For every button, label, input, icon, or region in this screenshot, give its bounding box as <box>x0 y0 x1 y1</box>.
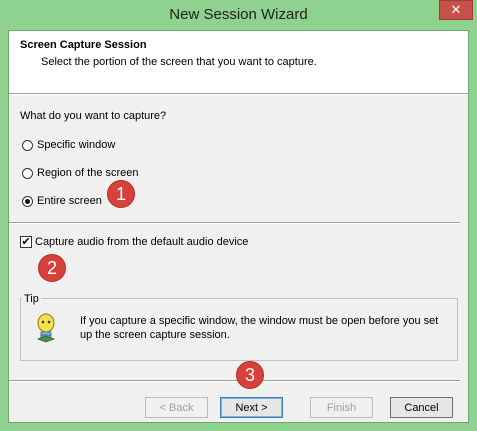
tip-label: Tip <box>22 293 41 305</box>
header-subtitle: Select the portion of the screen that yo… <box>41 56 317 68</box>
radio-region-of-screen[interactable]: Region of the screen <box>22 167 139 179</box>
tip-text: If you capture a specific window, the wi… <box>80 315 439 341</box>
close-button[interactable]: ✕ <box>439 0 473 20</box>
radio-label: Region of the screen <box>37 167 139 179</box>
next-button[interactable]: Next > <box>220 397 283 418</box>
close-icon: ✕ <box>450 2 462 17</box>
finish-button[interactable]: Finish <box>310 397 373 418</box>
cancel-button[interactable]: Cancel <box>390 397 453 418</box>
back-button[interactable]: < Back <box>145 397 208 418</box>
radio-entire-screen[interactable]: Entire screen <box>22 195 102 207</box>
wizard-header: Screen Capture Session Select the portio… <box>9 31 468 93</box>
capture-audio-label: Capture audio from the default audio dev… <box>35 236 249 248</box>
checkmark-icon: ✔ <box>21 236 31 248</box>
options-divider <box>9 222 460 224</box>
header-divider <box>9 93 468 95</box>
title-bar: New Session Wizard ✕ <box>0 0 477 30</box>
radio-label: Specific window <box>37 139 116 151</box>
radio-button[interactable] <box>22 167 33 179</box>
step-badge-2: 2 <box>38 254 66 282</box>
capture-audio-option[interactable]: ✔ Capture audio from the default audio d… <box>20 236 248 248</box>
capture-audio-checkbox[interactable]: ✔ <box>20 236 32 248</box>
step-badge-3: 3 <box>236 361 264 389</box>
radio-label: Entire screen <box>37 195 102 207</box>
window-title: New Session Wizard <box>169 6 308 23</box>
radio-button[interactable] <box>22 139 33 151</box>
header-title: Screen Capture Session <box>20 39 147 51</box>
lightbulb-icon <box>35 313 57 343</box>
capture-question: What do you want to capture? <box>20 110 167 122</box>
footer-divider <box>9 380 460 382</box>
radio-specific-window[interactable]: Specific window <box>22 139 115 151</box>
wizard-client-area: Screen Capture Session Select the portio… <box>8 30 469 423</box>
wizard-window: New Session Wizard ✕ Screen Capture Sess… <box>0 0 477 431</box>
step-badge-1: 1 <box>107 180 135 208</box>
radio-button-selected[interactable] <box>22 195 33 207</box>
